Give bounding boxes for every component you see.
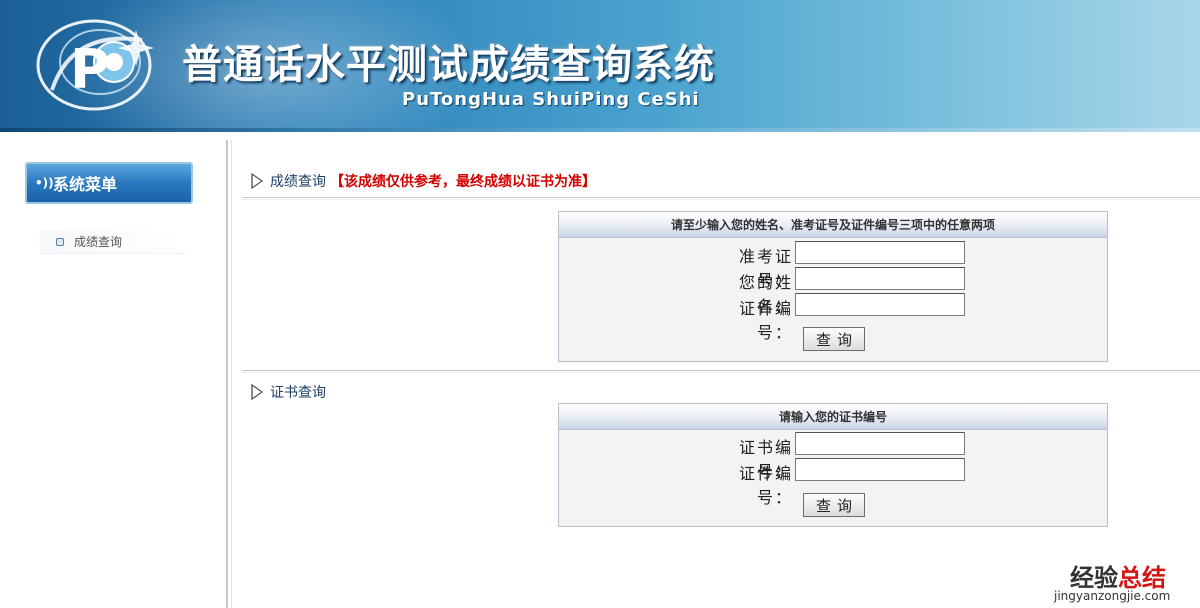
cert-section-label: 证书查询 — [270, 385, 326, 401]
id-number-label: 证件编号： — [738, 299, 793, 342]
id-number-input[interactable] — [795, 293, 965, 316]
system-menu-label: 系统菜单 — [53, 175, 118, 194]
vertical-divider — [226, 140, 232, 608]
watermark-title: 经验总结 — [1070, 558, 1166, 593]
sidebar-item-score-query[interactable]: 成绩查询 — [40, 230, 186, 254]
app-subtitle: PuTongHua ShuiPing CeShi — [402, 89, 700, 110]
play-arrow-icon — [251, 173, 264, 189]
cert-number-row: 证书编号： — [559, 432, 1109, 481]
section-divider — [242, 197, 1200, 200]
sidebar: •)) 系统菜单 成绩查询 — [0, 132, 226, 608]
signal-icon: •)) — [35, 176, 54, 190]
score-query-panel: 请至少输入您的姓名、准考证号及证件编号三项中的任意两项 准考证号： 您的姓名： … — [558, 211, 1108, 362]
cert-number-input[interactable] — [795, 432, 965, 455]
watermark-url: jingyanzongjie.com — [1054, 589, 1171, 603]
play-arrow-icon — [251, 384, 264, 400]
score-notice: 【该成绩仅供参考，最终成绩以证书为准】 — [330, 174, 596, 190]
exam-number-row: 准考证号： — [559, 241, 1109, 290]
cert-panel-title: 请输入您的证书编号 — [559, 404, 1107, 430]
cert-id-number-row: 证件编号： — [559, 458, 1109, 507]
cert-id-number-input[interactable] — [795, 458, 965, 481]
score-panel-title: 请至少输入您的姓名、准考证号及证件编号三项中的任意两项 — [559, 212, 1107, 238]
logo-letter: P — [70, 38, 110, 101]
cert-section-title: 证书查询 — [250, 382, 326, 402]
cert-id-number-label: 证件编号： — [738, 464, 793, 507]
watermark-part2: 总结 — [1118, 563, 1166, 592]
cert-query-panel: 请输入您的证书编号 证书编号： 证件编号： 查询 — [558, 403, 1108, 527]
name-row: 您的姓名： — [559, 267, 1109, 316]
id-number-row: 证件编号： — [559, 293, 1109, 342]
header-banner: P 普通话水平测试成绩查询系统 PuTongHua ShuiPing CeShi — [0, 0, 1200, 132]
sidebar-item-label: 成绩查询 — [74, 235, 123, 249]
watermark-part1: 经验 — [1070, 563, 1118, 592]
bullet-square-icon — [56, 238, 64, 246]
app-title: 普通话水平测试成绩查询系统 — [182, 42, 715, 88]
system-menu-header[interactable]: •)) 系统菜单 — [25, 162, 193, 204]
logo-icon: P — [36, 19, 154, 111]
score-section-label: 成绩查询 — [270, 174, 326, 190]
section-divider — [242, 370, 1200, 373]
cert-query-button[interactable]: 查询 — [803, 493, 865, 517]
score-query-button[interactable]: 查询 — [803, 327, 865, 351]
name-input[interactable] — [795, 267, 965, 290]
exam-number-input[interactable] — [795, 241, 965, 264]
score-section-title: 成绩查询 【该成绩仅供参考，最终成绩以证书为准】 — [250, 171, 596, 191]
